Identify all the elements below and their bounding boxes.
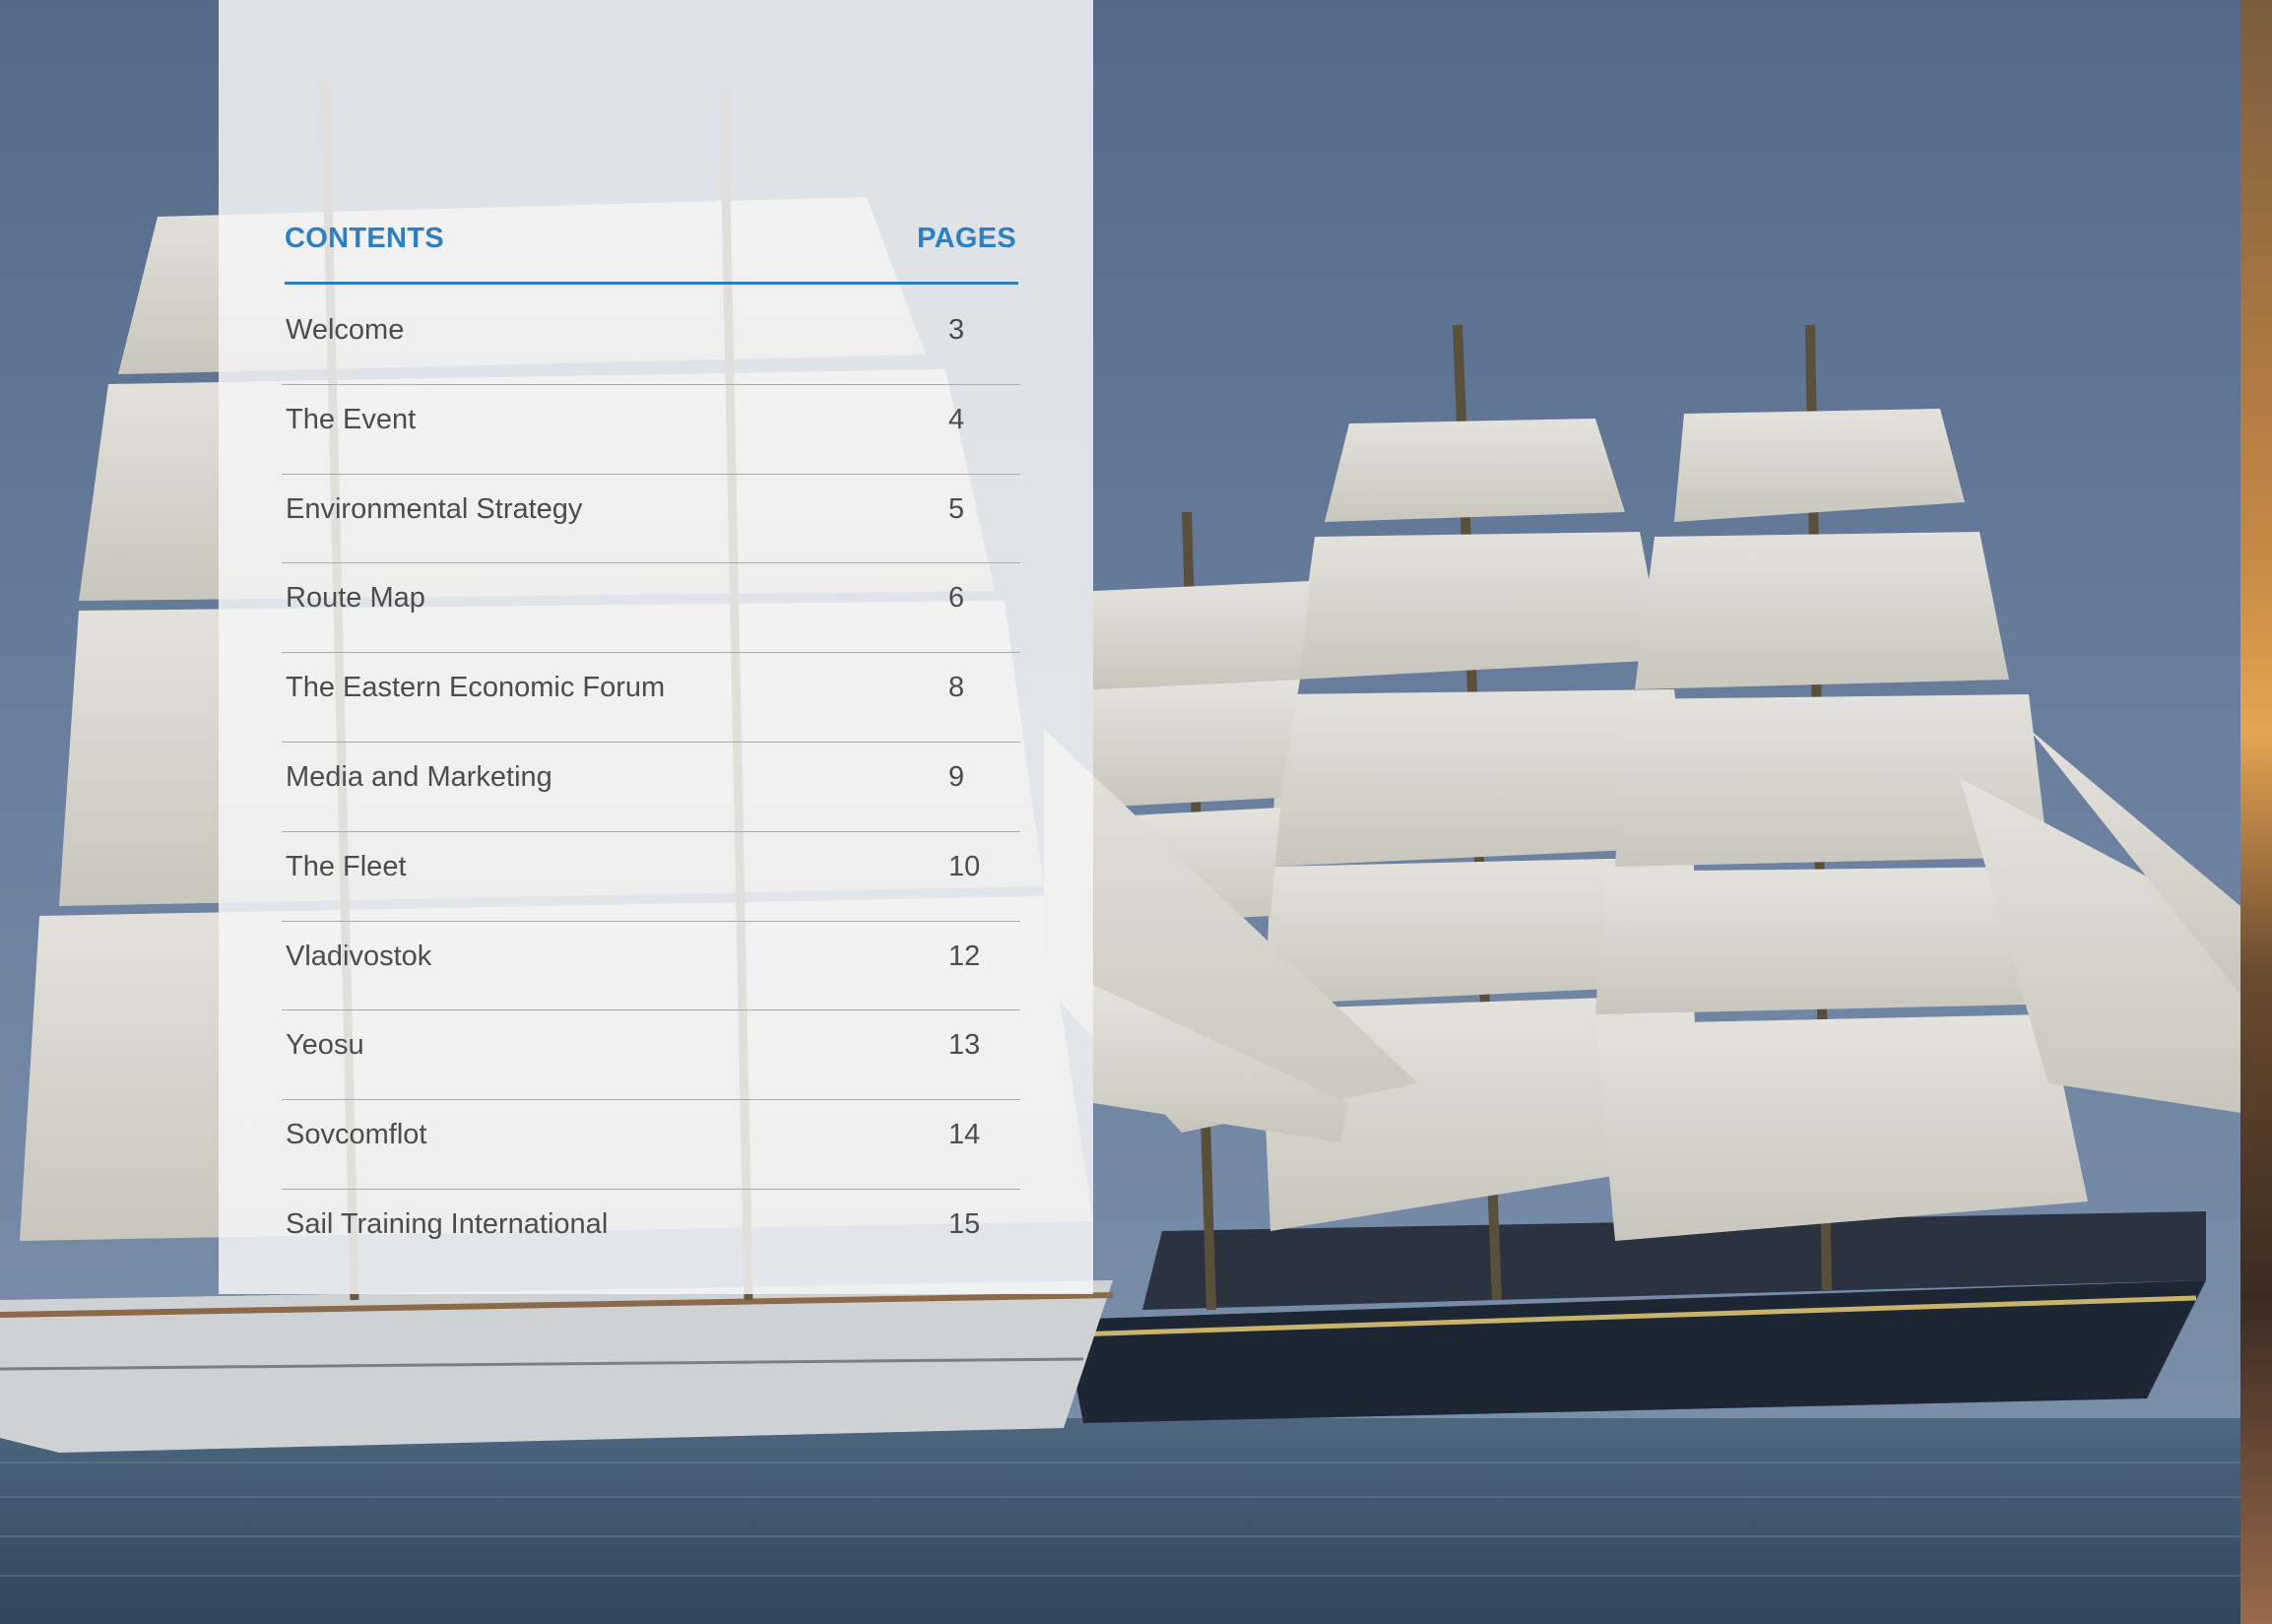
contents-header: CONTENTS PAGES bbox=[285, 221, 1018, 285]
contents-list: Welcome 3 The Event 4 Environmental Stra… bbox=[282, 295, 1020, 1279]
adjacent-page-edge bbox=[2240, 0, 2272, 1624]
pages-heading: PAGES bbox=[917, 223, 1016, 254]
toc-entry-media-and-marketing[interactable]: Media and Marketing 9 bbox=[282, 743, 1020, 832]
toc-entry-label: Environmental Strategy bbox=[286, 492, 583, 525]
toc-entry-page: 9 bbox=[948, 760, 965, 793]
toc-entry-the-fleet[interactable]: The Fleet 10 bbox=[282, 832, 1020, 922]
toc-entry-page: 14 bbox=[948, 1119, 981, 1151]
toc-entry-page: 12 bbox=[948, 940, 981, 972]
toc-entry-sail-training-international[interactable]: Sail Training International 15 bbox=[282, 1190, 1020, 1279]
toc-entry-page: 15 bbox=[948, 1207, 981, 1240]
toc-entry-page: 10 bbox=[948, 850, 981, 882]
toc-entry-route-map[interactable]: Route Map 6 bbox=[282, 563, 1020, 654]
toc-entry-label: Vladivostok bbox=[286, 940, 432, 972]
toc-entry-label: Route Map bbox=[286, 582, 425, 615]
toc-entry-vladivostok[interactable]: Vladivostok 12 bbox=[282, 922, 1020, 1011]
toc-entry-label: The Event bbox=[286, 403, 417, 435]
toc-entry-page: 8 bbox=[948, 672, 965, 704]
toc-entry-eastern-economic-forum[interactable]: The Eastern Economic Forum 8 bbox=[282, 653, 1020, 743]
toc-entry-welcome[interactable]: Welcome 3 bbox=[282, 295, 1020, 385]
toc-entry-sovcomflot[interactable]: Sovcomflot 14 bbox=[282, 1100, 1020, 1190]
toc-entry-page: 5 bbox=[948, 492, 965, 525]
toc-entry-environmental-strategy[interactable]: Environmental Strategy 5 bbox=[282, 475, 1020, 564]
toc-entry-page: 6 bbox=[948, 582, 965, 615]
contents-heading: CONTENTS bbox=[285, 223, 444, 254]
toc-entry-label: Sail Training International bbox=[286, 1207, 609, 1240]
toc-entry-page: 4 bbox=[948, 403, 965, 435]
toc-entry-the-event[interactable]: The Event 4 bbox=[282, 385, 1020, 475]
contents-panel: CONTENTS PAGES Welcome 3 The Event 4 Env… bbox=[219, 0, 1093, 1294]
toc-entry-label: Welcome bbox=[286, 314, 405, 346]
toc-entry-label: Sovcomflot bbox=[286, 1119, 427, 1151]
toc-entry-yeosu[interactable]: Yeosu 13 bbox=[282, 1010, 1020, 1101]
toc-entry-label: Yeosu bbox=[286, 1029, 364, 1062]
toc-entry-label: The Eastern Economic Forum bbox=[286, 672, 666, 704]
toc-entry-page: 3 bbox=[948, 314, 965, 346]
toc-entry-label: The Fleet bbox=[286, 850, 407, 882]
toc-entry-label: Media and Marketing bbox=[286, 760, 552, 793]
toc-entry-page: 13 bbox=[948, 1029, 981, 1062]
